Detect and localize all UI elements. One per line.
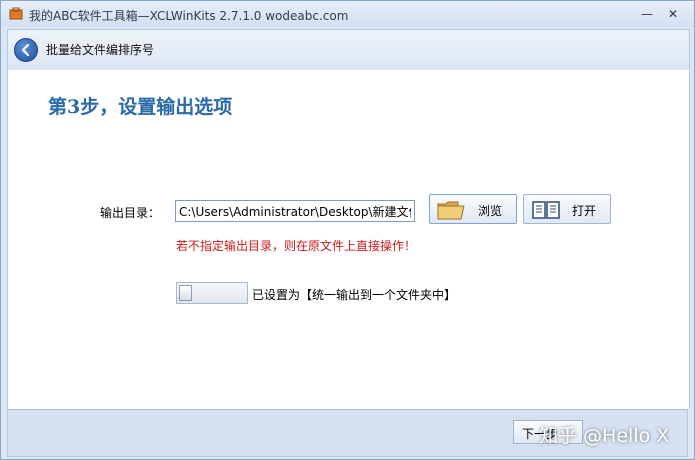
browse-button[interactable]: 浏览 <box>429 194 517 224</box>
app-window: 我的ABC软件工具箱—XCLWinKits 2.7.1.0 wodeabc.co… <box>0 0 695 460</box>
minimize-button[interactable]: — <box>637 5 657 23</box>
open-label: 打开 <box>572 204 597 218</box>
main-content: 第3步，设置输出选项 输出目录： 浏览 打开 若不指定输出目录，则在原文件上直接… <box>7 70 690 409</box>
watermark: 知乎 @Hello X <box>539 425 670 447</box>
toggle-label: 已设置为【统一输出到一个文件夹中】 <box>252 288 457 302</box>
open-button[interactable]: 打开 <box>523 194 611 224</box>
folder-icon <box>437 201 465 220</box>
app-icon <box>9 7 23 20</box>
title-bar: 我的ABC软件工具箱—XCLWinKits 2.7.1.0 wodeabc.co… <box>1 1 694 27</box>
browse-label: 浏览 <box>478 204 503 218</box>
page-title: 批量给文件编排序号 <box>46 43 155 57</box>
toggle-knob[interactable] <box>179 285 192 301</box>
back-arrow-icon <box>21 43 30 57</box>
back-button[interactable] <box>14 38 38 62</box>
book-icon <box>532 201 560 219</box>
window-title: 我的ABC软件工具箱—XCLWinKits 2.7.1.0 wodeabc.co… <box>29 9 349 23</box>
step-title: 第3步，设置输出选项 <box>48 96 233 118</box>
output-dir-input[interactable] <box>175 200 415 222</box>
warning-message: 若不指定输出目录，则在原文件上直接操作！ <box>176 239 417 253</box>
page-header: 批量给文件编排序号 <box>7 29 690 70</box>
output-mode-toggle[interactable] <box>176 282 248 304</box>
output-dir-label: 输出目录： <box>100 206 161 220</box>
close-button[interactable]: ✕ <box>663 5 683 23</box>
